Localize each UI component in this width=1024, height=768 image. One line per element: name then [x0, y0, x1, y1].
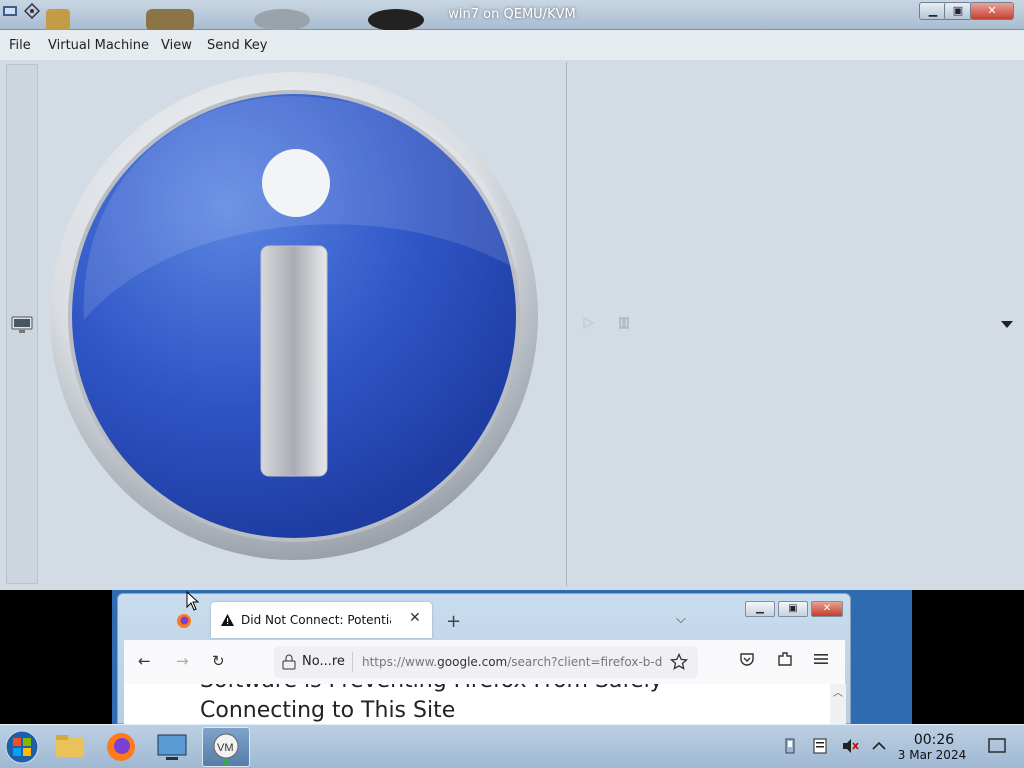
forward-icon[interactable]: →: [176, 652, 189, 670]
scrollbar-up-icon[interactable]: ︿: [830, 684, 846, 724]
tab-label: Did Not Connect: Potential Sec: [241, 613, 391, 627]
firefox-icon[interactable]: [99, 727, 143, 767]
pause-icon[interactable]: [619, 317, 629, 329]
file-explorer-icon[interactable]: [48, 727, 92, 767]
clock-time[interactable]: 00:26: [898, 732, 970, 748]
remote-desktop-icon[interactable]: [150, 727, 194, 767]
monitor-icon[interactable]: [11, 316, 33, 334]
menu-view[interactable]: View: [161, 38, 192, 53]
clock-date[interactable]: 3 Mar 2024: [892, 748, 972, 762]
url-text[interactable]: https://www.google.com/search?client=fir…: [362, 655, 664, 669]
firefox-logo-icon: [177, 614, 191, 628]
window-title: win7 on QEMU/KVM: [448, 7, 576, 22]
vm-display[interactable]: [0, 60, 1024, 590]
url-separator: [352, 652, 353, 672]
tab-did-not-connect[interactable]: Did Not Connect: Potential Sec ✕: [211, 602, 432, 638]
virt-manager-taskbar-button[interactable]: VM: [202, 727, 250, 767]
mouse-cursor-icon: [186, 591, 200, 611]
screen: win7 on QEMU/KVM ▁ ▣ ✕ File Virtual Mach…: [0, 0, 1024, 768]
url-domain: google.com: [437, 655, 508, 669]
chevron-down-icon[interactable]: [1000, 319, 1014, 329]
start-orb-icon[interactable]: [4, 729, 40, 765]
menu-send-key[interactable]: Send Key: [207, 38, 267, 53]
new-tab-button[interactable]: +: [446, 611, 461, 632]
extensions-icon[interactable]: [776, 650, 794, 668]
page-heading-line2: Connecting to This Site: [200, 698, 456, 723]
minimize-button[interactable]: ▁: [919, 2, 947, 20]
taskbar: VM 00:26 3 Mar 2024: [0, 724, 1024, 768]
bookmark-star-icon[interactable]: [670, 653, 688, 671]
list-all-tabs-icon[interactable]: ⌵: [676, 612, 686, 627]
url-prefix: https://www.: [362, 655, 438, 669]
info-icon: [50, 72, 538, 560]
page-heading-line1: Software is Preventing Firefox From Safe…: [200, 684, 663, 693]
virt-manager-icon: VM: [213, 733, 239, 765]
menu-file[interactable]: File: [9, 38, 31, 53]
show-hidden-icons-icon[interactable]: [870, 737, 888, 755]
maximize-button[interactable]: ▣: [944, 2, 972, 20]
firefox-maximize-button[interactable]: ▣: [778, 601, 808, 617]
page-content: Software is Preventing Firefox From Safe…: [124, 684, 830, 724]
pocket-icon[interactable]: [738, 650, 756, 668]
window-titlebar[interactable]: win7 on QEMU/KVM ▁ ▣ ✕: [0, 0, 1024, 31]
firefox-window[interactable]: Did Not Connect: Potential Sec ✕ + ⌵ ▁ ▣…: [117, 593, 851, 724]
volume-muted-icon[interactable]: [841, 737, 859, 755]
svg-text:VM: VM: [217, 742, 234, 754]
tab-close-icon[interactable]: ✕: [409, 610, 421, 626]
firefox-navbar: ← → ↻ No...re https://www.google.com/sea…: [124, 640, 845, 684]
play-icon[interactable]: [582, 317, 594, 329]
close-button[interactable]: ✕: [970, 2, 1014, 20]
action-center-icon[interactable]: [811, 737, 829, 755]
show-desktop-icon[interactable]: [988, 737, 1006, 755]
vm-divider: [566, 62, 567, 586]
network-icon[interactable]: [781, 737, 799, 755]
lock-warning-icon[interactable]: [282, 654, 296, 670]
warning-icon: [221, 614, 234, 626]
site-identity-label[interactable]: No...re: [302, 654, 345, 669]
menu-virtual-machine[interactable]: Virtual Machine: [48, 38, 149, 53]
firefox-minimize-button[interactable]: ▁: [745, 601, 775, 617]
firefox-tabbar: Did Not Connect: Potential Sec ✕ + ⌵ ▁ ▣…: [118, 594, 850, 638]
reload-icon[interactable]: ↻: [212, 652, 225, 670]
firefox-close-button[interactable]: ✕: [811, 601, 843, 617]
hamburger-menu-icon[interactable]: [812, 650, 830, 668]
menubar: File Virtual Machine View Send Key: [0, 30, 1024, 60]
back-icon[interactable]: ←: [138, 652, 151, 670]
url-rest: /search?client=firefox-b-d: [507, 655, 663, 669]
url-bar[interactable]: No...re https://www.google.com/search?cl…: [274, 646, 698, 678]
